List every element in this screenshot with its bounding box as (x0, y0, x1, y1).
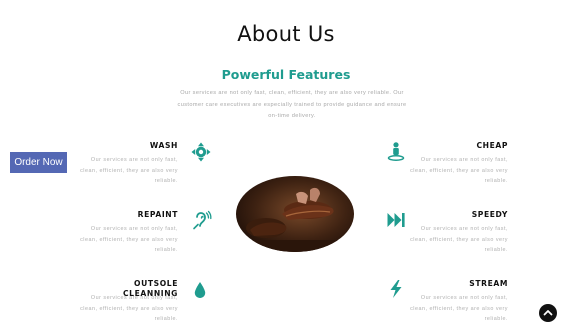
scroll-to-top-button[interactable] (539, 304, 557, 322)
feature-outsole-cleanning: OUTSOLE CLEANNING Our services are not o… (80, 279, 178, 325)
ear-assist-icon (192, 210, 212, 230)
water-drop-icon (190, 280, 210, 300)
person-pin-icon (386, 141, 406, 161)
feature-speedy: SPEEDY Our services are not only fast, c… (410, 210, 508, 256)
arrows-move-icon (191, 142, 211, 162)
feature-title: REPAINT (137, 210, 178, 219)
feature-wash: WASH Our services are not only fast, cle… (80, 141, 178, 187)
section-subtitle: Powerful Features (221, 67, 351, 82)
feature-description: Our services are not only fast, clean, e… (410, 226, 508, 253)
feature-title: STREAM (469, 279, 508, 288)
feature-repaint: REPAINT Our services are not only fast, … (80, 210, 178, 256)
feature-description: Our services are not only fast, clean, e… (80, 226, 178, 253)
shoe-care-image (236, 176, 354, 252)
fast-forward-icon (386, 210, 406, 230)
feature-title: SPEEDY (471, 210, 508, 219)
feature-title: WASH (149, 141, 178, 150)
chevron-up-icon (543, 310, 553, 316)
feature-description: Our services are not only fast, clean, e… (410, 295, 508, 322)
feature-cheap: CHEAP Our services are not only fast, cl… (410, 141, 508, 187)
feature-description: Our services are not only fast, clean, e… (410, 157, 508, 184)
feature-stream: STREAM Our services are not only fast, c… (410, 279, 508, 325)
lightning-icon (386, 279, 406, 299)
page-title: About Us (237, 22, 335, 46)
section-intro: Our services are not only fast, clean, e… (177, 90, 407, 119)
order-now-button[interactable]: Order Now (10, 152, 67, 173)
feature-description: Our services are not only fast, clean, e… (80, 295, 178, 322)
feature-title: CHEAP (476, 141, 508, 150)
feature-description: Our services are not only fast, clean, e… (80, 157, 178, 184)
feature-title: OUTSOLE CLEANNING (122, 279, 178, 298)
